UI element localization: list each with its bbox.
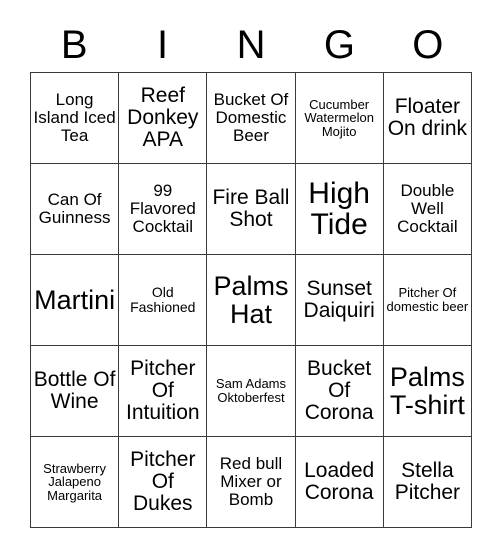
bingo-cell[interactable]: Reef Donkey APA bbox=[118, 72, 208, 164]
bingo-cell[interactable]: Long Island Iced Tea bbox=[29, 72, 120, 164]
bingo-cell[interactable]: Palms T-shirt bbox=[382, 345, 473, 437]
bingo-grid: Long Island Iced Tea Reef Donkey APA Buc… bbox=[29, 72, 473, 528]
bingo-row: Can Of Guinness 99 Flavored Cocktail Fir… bbox=[29, 163, 473, 255]
bingo-cell[interactable]: Sam Adams Oktoberfest bbox=[206, 345, 296, 437]
bingo-cell[interactable]: Bottle Of Wine bbox=[29, 345, 120, 437]
bingo-cell[interactable]: Floater On drink bbox=[382, 72, 473, 164]
header-letter-n: N bbox=[236, 23, 266, 67]
bingo-cell[interactable]: 99 Flavored Cocktail bbox=[118, 163, 208, 255]
bingo-row: Bottle Of Wine Pitcher Of Intuition Sam … bbox=[29, 345, 473, 437]
bingo-cell[interactable]: Loaded Corona bbox=[294, 436, 384, 528]
bingo-cell[interactable]: Cucumber Watermelon Mojito bbox=[294, 72, 384, 164]
bingo-header: B I N G O bbox=[30, 18, 472, 72]
bingo-row: Long Island Iced Tea Reef Donkey APA Buc… bbox=[29, 72, 473, 164]
bingo-cell[interactable]: Bucket Of Corona bbox=[294, 345, 384, 437]
bingo-row: Martini Old Fashioned Palms Hat Sunset D… bbox=[29, 254, 473, 346]
bingo-cell[interactable]: Stella Pitcher bbox=[382, 436, 473, 528]
bingo-cell[interactable]: Red bull Mixer or Bomb bbox=[206, 436, 296, 528]
bingo-cell[interactable]: Sunset Daiquiri bbox=[294, 254, 384, 346]
bingo-cell[interactable]: Pitcher Of Intuition bbox=[118, 345, 208, 437]
bingo-cell[interactable]: Palms Hat bbox=[206, 254, 296, 346]
header-letter-g: G bbox=[323, 23, 355, 67]
bingo-cell[interactable]: Strawberry Jalapeno Margarita bbox=[29, 436, 120, 528]
bingo-cell[interactable]: Old Fashioned bbox=[118, 254, 208, 346]
bingo-cell[interactable]: Double Well Cocktail bbox=[382, 163, 473, 255]
bingo-cell[interactable]: Pitcher Of domestic beer bbox=[382, 254, 473, 346]
bingo-card: B I N G O Long Island Iced Tea Reef Donk… bbox=[29, 18, 473, 528]
bingo-cell[interactable]: Fire Ball Shot bbox=[206, 163, 296, 255]
bingo-cell[interactable]: Pitcher Of Dukes bbox=[118, 436, 208, 528]
bingo-row: Strawberry Jalapeno Margarita Pitcher Of… bbox=[29, 436, 473, 528]
header-letter-b: B bbox=[60, 23, 88, 67]
header-letter-i: I bbox=[157, 23, 169, 67]
bingo-cell[interactable]: Martini bbox=[29, 254, 120, 346]
bingo-cell[interactable]: High Tide bbox=[294, 163, 384, 255]
header-letter-o: O bbox=[412, 23, 444, 67]
bingo-cell[interactable]: Can Of Guinness bbox=[29, 163, 120, 255]
bingo-cell[interactable]: Bucket Of Domestic Beer bbox=[206, 72, 296, 164]
